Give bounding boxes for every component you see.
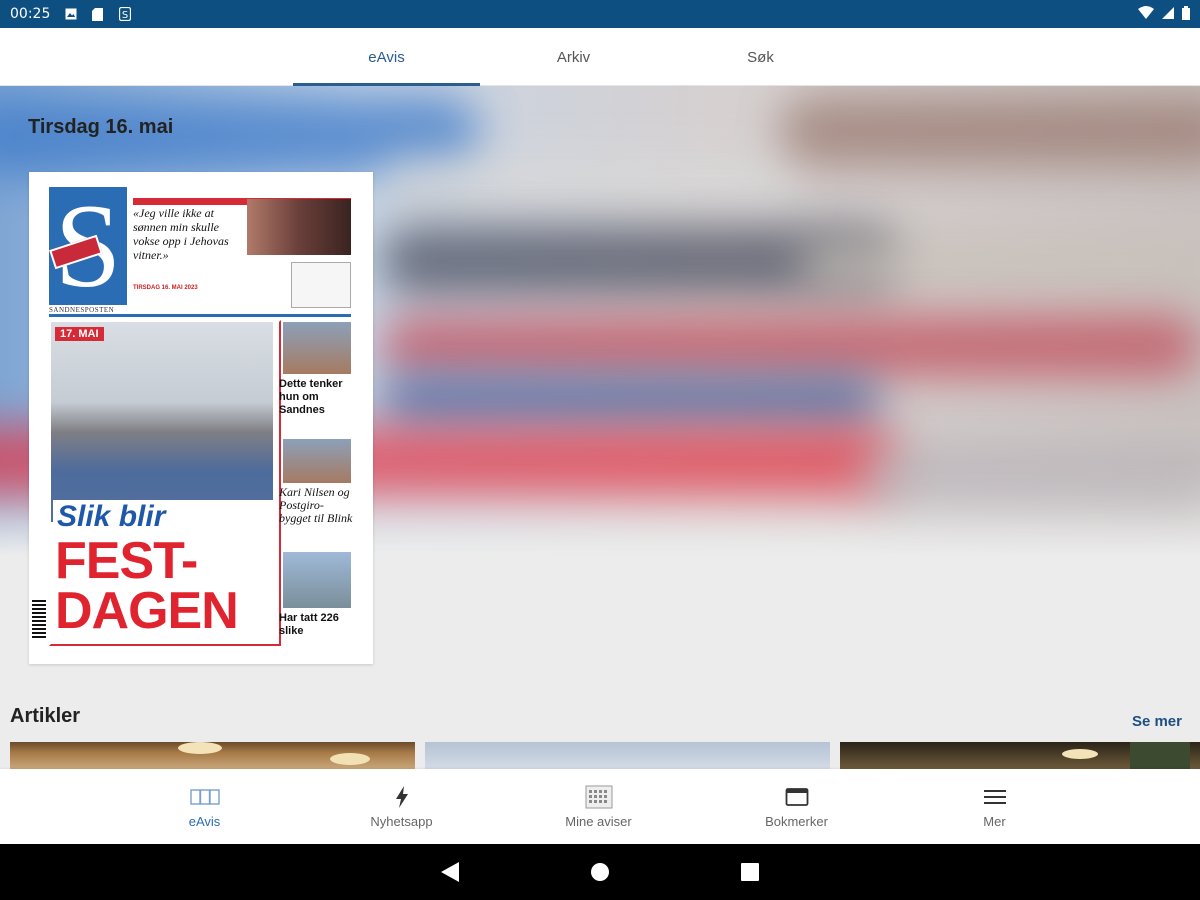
- side-photo-2: [283, 439, 351, 483]
- nav-mine-aviser-label: Mine aviser: [565, 814, 632, 829]
- lightning-icon: [395, 784, 409, 810]
- newspaper-front-page[interactable]: S SANDNESPOSTEN «Jeg ville ikke at sønne…: [29, 172, 373, 664]
- tab-sok-label: Søk: [747, 48, 774, 66]
- tab-eavis[interactable]: eAvis: [293, 28, 480, 86]
- publication-name: SANDNESPOSTEN: [49, 306, 115, 314]
- side-story-3: Har tatt 226 slike: [279, 612, 339, 637]
- article-card-1[interactable]: [10, 742, 415, 769]
- tab-sok[interactable]: Søk: [667, 28, 854, 86]
- see-more-link[interactable]: Se mer: [1132, 713, 1182, 730]
- nav-bokmerker-label: Bokmerker: [765, 814, 828, 829]
- recents-icon[interactable]: [738, 860, 762, 884]
- system-navigation-bar: [0, 844, 1200, 900]
- nav-eavis[interactable]: eAvis: [106, 769, 303, 844]
- status-bar: 00:25 S: [0, 0, 1200, 28]
- back-icon[interactable]: [438, 860, 462, 884]
- top-tab-bar: eAvis Arkiv Søk: [0, 28, 1200, 86]
- tab-eavis-label: eAvis: [368, 48, 405, 66]
- article-image-2: [425, 742, 830, 769]
- side-photo-1: [283, 322, 351, 374]
- home-icon[interactable]: [588, 860, 612, 884]
- bookmark-box-icon: [785, 784, 809, 810]
- barcode: [32, 600, 46, 640]
- calendar-grid-icon: [585, 784, 613, 810]
- nav-mer-label: Mer: [983, 814, 1006, 829]
- article-image-3: [1062, 742, 1190, 769]
- battery-icon: [1182, 5, 1190, 23]
- headline-frame: [49, 320, 281, 646]
- bottom-navigation: eAvis Nyhetsapp Mine aviser Bokmerker Me…: [0, 769, 1200, 844]
- portrait-photo: [247, 199, 351, 255]
- info-box: [291, 262, 351, 308]
- side-story-1: Dette tenker hun om Sandnes: [279, 378, 343, 416]
- article-image-1: [178, 742, 370, 765]
- side-photo-3: [283, 552, 351, 608]
- app-notification-icon: S: [118, 7, 131, 21]
- notification-image-icon: [64, 8, 77, 21]
- wifi-icon: [1138, 6, 1154, 22]
- signal-icon: [1162, 6, 1174, 22]
- sd-card-icon: [91, 7, 104, 21]
- article-card-2[interactable]: [425, 742, 830, 769]
- svg-text:S: S: [122, 10, 128, 21]
- newspaper-icon: [189, 784, 220, 810]
- article-card-3[interactable]: [840, 742, 1200, 769]
- paper-date-line: TIRSDAG 16. MAI 2023: [133, 285, 198, 291]
- front-quote: «Jeg ville ikke at sønnen min skulle vok…: [133, 206, 229, 262]
- nav-nyhetsapp-label: Nyhetsapp: [370, 814, 433, 829]
- hamburger-menu-icon: [983, 784, 1006, 810]
- blue-rule: [49, 314, 351, 317]
- status-time: 00:25: [10, 6, 51, 22]
- nav-mer[interactable]: Mer: [896, 769, 1093, 844]
- articles-heading: Artikler: [10, 705, 81, 727]
- nav-mine-aviser[interactable]: Mine aviser: [500, 769, 697, 844]
- nav-eavis-label: eAvis: [188, 814, 221, 829]
- nav-bokmerker[interactable]: Bokmerker: [698, 769, 895, 844]
- tab-arkiv[interactable]: Arkiv: [480, 28, 667, 86]
- tab-arkiv-label: Arkiv: [556, 48, 591, 66]
- edition-date-heading: Tirsdag 16. mai: [28, 116, 174, 138]
- side-story-2: Kari Nilsen og Postgiro-bygget til Blink: [279, 485, 353, 525]
- nav-nyhetsapp[interactable]: Nyhetsapp: [303, 769, 500, 844]
